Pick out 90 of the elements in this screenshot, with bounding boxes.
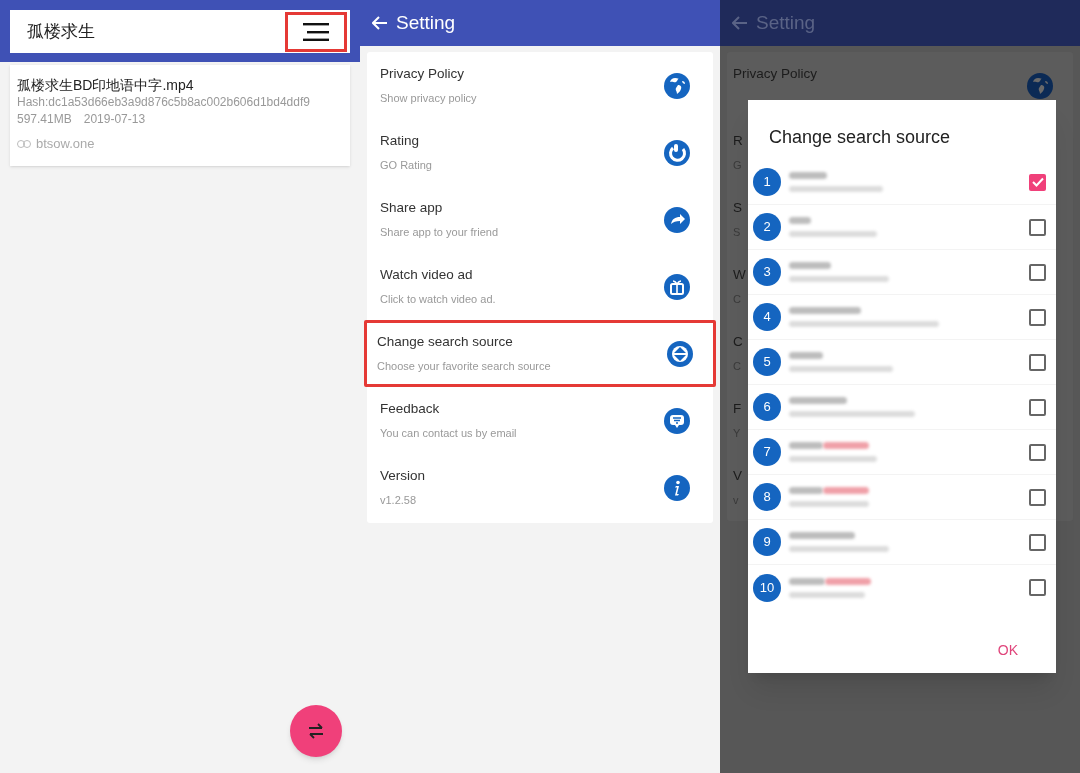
- search-text: 孤楼求生: [27, 20, 95, 43]
- item-subtitle: You can contact us by email: [380, 426, 517, 440]
- item-title: Version: [380, 468, 426, 484]
- menu-button[interactable]: [285, 11, 347, 52]
- back-arrow-icon: [732, 16, 748, 30]
- settings-item[interactable]: Rating GO Rating: [367, 119, 713, 186]
- source-item[interactable]: 8: [748, 475, 1056, 520]
- link-icon: [17, 139, 31, 148]
- gift-icon: [664, 273, 690, 300]
- number-badge: 6: [753, 393, 781, 421]
- number-badge: 4: [753, 303, 781, 331]
- source-item[interactable]: 3: [748, 250, 1056, 295]
- back-arrow-icon[interactable]: [372, 16, 388, 30]
- item-title: Watch video ad: [380, 267, 474, 283]
- source-item[interactable]: 4: [748, 295, 1056, 340]
- source-item[interactable]: 1: [748, 160, 1056, 205]
- item-title: Privacy Policy: [733, 66, 818, 82]
- source-item[interactable]: 2: [748, 205, 1056, 250]
- ok-button[interactable]: OK: [993, 638, 1022, 663]
- globe-icon: [1027, 72, 1053, 99]
- blurred-text: [789, 262, 831, 269]
- blurred-text: [789, 172, 827, 179]
- item-title: C: [733, 334, 743, 350]
- search-field[interactable]: 孤楼求生: [10, 10, 350, 53]
- dialog-title: Change search source: [768, 126, 952, 149]
- number-badge: 2: [753, 213, 781, 241]
- blurred-text: [789, 532, 855, 539]
- item-subtitle: Click to watch video ad.: [380, 292, 496, 306]
- hash-text: Hash:dc1a53d66eb3a9d876c5b8ac002b606d1bd4ddf9: [17, 94, 311, 111]
- message-icon: [664, 407, 690, 434]
- number-badge: 9: [753, 528, 781, 556]
- checkbox[interactable]: [1029, 263, 1046, 281]
- swap-button[interactable]: [290, 705, 342, 757]
- checkbox[interactable]: [1029, 488, 1046, 506]
- file-size: 597.41MB: [17, 111, 72, 128]
- number-badge: 3: [753, 258, 781, 286]
- number-badge: 10: [753, 573, 781, 602]
- file-name: 孤楼求生BD印地语中字.mp4: [17, 76, 195, 94]
- up-down-arrows-icon: [667, 340, 693, 367]
- source-item[interactable]: 6: [748, 385, 1056, 430]
- menu-icon: [303, 22, 329, 41]
- checkbox[interactable]: [1029, 308, 1046, 326]
- checkbox[interactable]: [1029, 398, 1046, 416]
- blurred-text: [789, 307, 861, 314]
- page-title: Setting: [396, 10, 456, 35]
- item-subtitle: Show privacy policy: [380, 91, 477, 105]
- result-card[interactable]: 孤楼求生BD印地语中字.mp4 Hash:dc1a53d66eb3a9d876c5b8ac002b606d1bd4ddf9 597.41MB 2019-07-13 btsow.one: [10, 65, 350, 166]
- checkbox[interactable]: [1029, 218, 1046, 236]
- source-item[interactable]: 5: [748, 340, 1056, 385]
- info-icon: [664, 474, 690, 501]
- swap-icon: [307, 723, 325, 739]
- item-subtitle: Share app to your friend: [380, 225, 499, 239]
- item-title: R: [733, 133, 743, 149]
- settings-item[interactable]: Privacy Policy Show privacy policy: [367, 52, 713, 119]
- source-text: btsow.one: [36, 135, 95, 153]
- item-title: S: [733, 200, 742, 216]
- item-title: Privacy Policy: [380, 66, 466, 82]
- page-title: Setting: [756, 10, 816, 35]
- item-subtitle: Choose your favorite search source: [377, 359, 551, 373]
- number-badge: 5: [753, 348, 781, 376]
- settings-item[interactable]: Watch video ad Click to watch video ad.: [367, 253, 713, 320]
- checkbox[interactable]: [1029, 173, 1046, 191]
- item-title: Change search source: [377, 334, 514, 350]
- blurred-text: [789, 397, 847, 404]
- checkbox[interactable]: [1029, 533, 1046, 551]
- checkbox[interactable]: [1029, 353, 1046, 371]
- file-date: 2019-07-13: [83, 111, 146, 128]
- item-subtitle: GO Rating: [380, 158, 432, 172]
- settings-item[interactable]: Change search source Choose your favorite search source: [364, 320, 716, 387]
- item-title: V: [733, 468, 742, 484]
- item-subtitle: v1.2.58: [380, 493, 418, 507]
- blurred-text: [789, 352, 823, 359]
- settings-item[interactable]: Share app Share app to your friend: [367, 186, 713, 253]
- item-title: Feedback: [380, 401, 441, 417]
- globe-icon: [664, 72, 690, 99]
- source-item[interactable]: 9: [748, 520, 1056, 565]
- number-badge: 1: [753, 168, 781, 196]
- item-title: F: [733, 401, 742, 417]
- number-badge: 7: [753, 438, 781, 466]
- source-item[interactable]: 7: [748, 430, 1056, 475]
- item-title: W: [733, 267, 746, 283]
- blurred-text: [789, 217, 811, 224]
- item-title: Share app: [380, 200, 444, 216]
- settings-item[interactable]: Feedback You can contact us by email: [367, 387, 713, 454]
- checkbox[interactable]: [1029, 579, 1046, 596]
- number-badge: 8: [753, 483, 781, 511]
- checkbox[interactable]: [1029, 443, 1046, 461]
- settings-item[interactable]: Version v1.2.58: [367, 454, 713, 521]
- item-title: Rating: [380, 133, 421, 149]
- source-item[interactable]: 10: [748, 565, 1056, 610]
